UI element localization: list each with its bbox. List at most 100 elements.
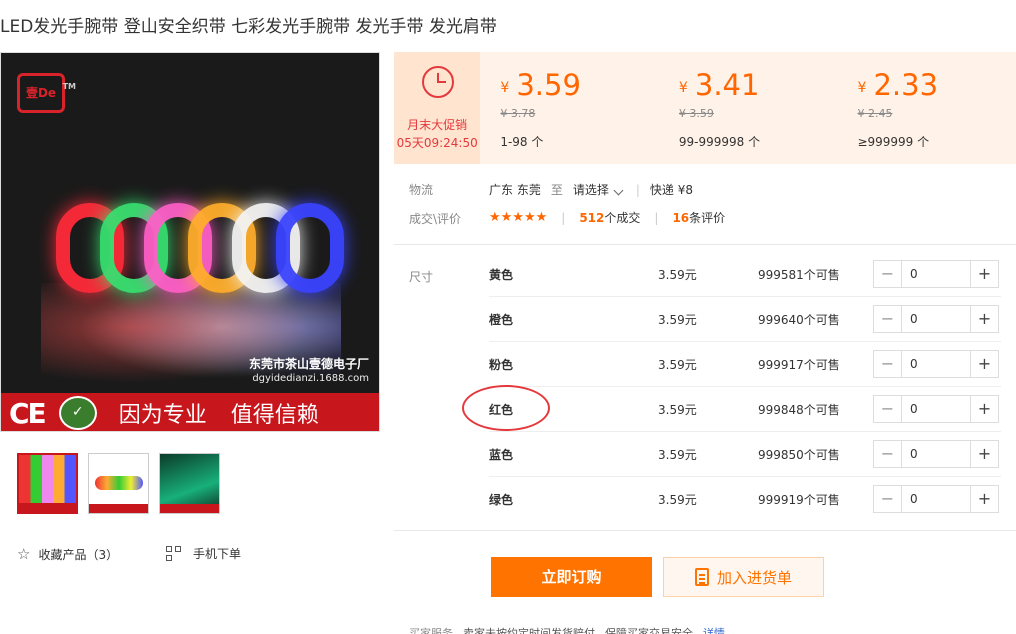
reviews-link[interactable]: 16条评价 [672, 209, 725, 226]
ship-from: 广东 东莞 [489, 183, 541, 197]
quantity-input[interactable]: 0 [902, 486, 970, 512]
trademark-mark: TM [62, 82, 76, 91]
slogan-professional: 因为专业 [118, 403, 207, 428]
thumbnail-3[interactable] [159, 453, 220, 514]
increase-button[interactable]: + [970, 351, 998, 377]
quantity-input[interactable]: 0 [902, 351, 970, 377]
logistics-label: 物流 [409, 183, 434, 197]
currency-symbol: ¥ [857, 80, 867, 96]
separator: | [561, 210, 566, 225]
ce-mark: CE [9, 396, 47, 430]
image-banner: CE ✓ 因为专业 值得信赖 [1, 393, 379, 431]
quantity-input[interactable]: 0 [902, 261, 970, 287]
quantity-input[interactable]: 0 [902, 306, 970, 332]
annotation-circle [462, 385, 550, 431]
deals-link[interactable]: 512个成交 [579, 209, 640, 226]
rating-stars-icon: ★★★★★ [489, 210, 548, 225]
sku-stock: 999850个可售 [758, 448, 840, 462]
review-count: 16 [672, 211, 690, 225]
reviews-label: 成交\评价 [409, 212, 462, 226]
promo-box: 月末大促销 05天09:24:50 [394, 52, 481, 164]
tier-price: 3.59 [516, 68, 581, 102]
product-title: LED发光手腕带 登山安全织带 七彩发光手腕带 发光手带 发光肩带 [0, 17, 497, 37]
decrease-button[interactable]: − [874, 486, 902, 512]
quantity-stepper: − 0 + [873, 485, 999, 513]
separator: | [635, 182, 640, 197]
increase-button[interactable]: + [970, 396, 998, 422]
price-panel: 月末大促销 05天09:24:50 ¥ 3.59 ¥ 3.78 1-98 个 ¥… [394, 52, 1016, 164]
increase-button[interactable]: + [970, 441, 998, 467]
price-tier-2: ¥ 3.41 ¥ 3.59 99-999998 个 [659, 52, 838, 164]
service-text-2: 保障买家交易安全 [605, 627, 693, 634]
decrease-button[interactable]: − [874, 261, 902, 287]
quantity-stepper: − 0 + [873, 350, 999, 378]
sku-row: 粉色 3.59元 999917个可售 − 0 + [489, 342, 1001, 387]
sku-name: 绿色 [489, 493, 514, 507]
divider [394, 530, 1016, 531]
decrease-button[interactable]: − [874, 441, 902, 467]
promo-label: 月末大促销 [407, 118, 468, 132]
sku-price: 3.59元 [658, 268, 697, 282]
mobile-order-link[interactable]: 手机下单 [166, 545, 241, 562]
sku-stock: 999919个可售 [758, 493, 840, 507]
thumbnail-1[interactable] [17, 453, 78, 514]
promo-countdown: 05天09:24:50 [396, 136, 478, 150]
add-to-cart-label: 加入进货单 [716, 568, 792, 587]
led-bands [56, 193, 346, 333]
sku-name: 粉色 [489, 358, 514, 372]
increase-button[interactable]: + [970, 261, 998, 287]
price-tier-1: ¥ 3.59 ¥ 3.78 1-98 个 [480, 52, 659, 164]
sku-row: 黄色 3.59元 999581个可售 − 0 + [489, 252, 1001, 297]
shipping-fee: 快递 ¥8 [649, 183, 693, 197]
qr-code-icon [166, 546, 181, 561]
service-details-link[interactable]: 详情 [703, 625, 725, 634]
logistics-info: 广东 东莞 至 请选择 | 快递 ¥8 [489, 181, 693, 198]
quality-seal-icon: ✓ [58, 396, 97, 430]
thumbnail-2[interactable] [88, 453, 149, 514]
brand-logo-text: 壹De [25, 86, 57, 100]
main-product-image[interactable]: TM 壹De 东莞市茶山壹德电子厂 dgyidedianzi.1688.com … [0, 52, 380, 432]
sku-row: 橙色 3.59元 999640个可售 − 0 + [489, 297, 1001, 342]
separator: | [654, 210, 659, 225]
clipboard-icon [694, 568, 709, 586]
tier-quantity-range: ≥999999 个 [857, 135, 930, 149]
sku-table: 黄色 3.59元 999581个可售 − 0 + 橙色 3.59元 999640… [489, 252, 1001, 522]
add-to-cart-button[interactable]: 加入进货单 [663, 557, 824, 597]
favorite-label: 收藏产品（3） [38, 547, 119, 562]
quantity-stepper: − 0 + [873, 305, 999, 333]
quantity-input[interactable]: 0 [902, 441, 970, 467]
quantity-stepper: − 0 + [873, 395, 999, 423]
deals-count: 512 [579, 211, 605, 225]
currency-symbol: ¥ [678, 80, 688, 96]
image-store-url: dgyidedianzi.1688.com [252, 373, 369, 384]
service-label: 买家服务 [409, 627, 453, 634]
increase-button[interactable]: + [970, 486, 998, 512]
quantity-input[interactable]: 0 [902, 396, 970, 422]
sku-price: 3.59元 [658, 448, 697, 462]
decrease-button[interactable]: − [874, 351, 902, 377]
sku-price: 3.59元 [658, 313, 697, 327]
sku-name: 橙色 [489, 313, 514, 327]
order-now-button[interactable]: 立即订购 [491, 557, 652, 597]
decrease-button[interactable]: − [874, 306, 902, 332]
service-text: 卖家未按约定时间发货赔付 [463, 627, 595, 634]
deals-suffix: 个成交 [604, 211, 641, 225]
currency-symbol: ¥ [500, 80, 510, 96]
star-outline-icon: ☆ [17, 545, 31, 563]
buyer-service-row: 买家服务 卖家未按约定时间发货赔付 保障买家交易安全 详情 [409, 625, 725, 634]
favorite-product-link[interactable]: ☆ 收藏产品（3） [17, 545, 118, 563]
destination-select[interactable]: 请选择 [573, 181, 626, 198]
decrease-button[interactable]: − [874, 396, 902, 422]
sku-name: 黄色 [489, 268, 514, 282]
led-band [276, 203, 344, 293]
sku-stock: 999848个可售 [758, 403, 840, 417]
rating-row: ★★★★★ | 512个成交 | 16条评价 [489, 209, 725, 226]
tier-original-price: ¥ 2.45 [857, 107, 893, 120]
sku-row: 蓝色 3.59元 999850个可售 − 0 + [489, 432, 1001, 477]
destination-select-label: 请选择 [572, 183, 609, 197]
sku-stock: 999917个可售 [758, 358, 840, 372]
sku-price: 3.59元 [658, 358, 697, 372]
sku-label: 尺寸 [409, 270, 434, 284]
divider [394, 244, 1016, 245]
increase-button[interactable]: + [970, 306, 998, 332]
